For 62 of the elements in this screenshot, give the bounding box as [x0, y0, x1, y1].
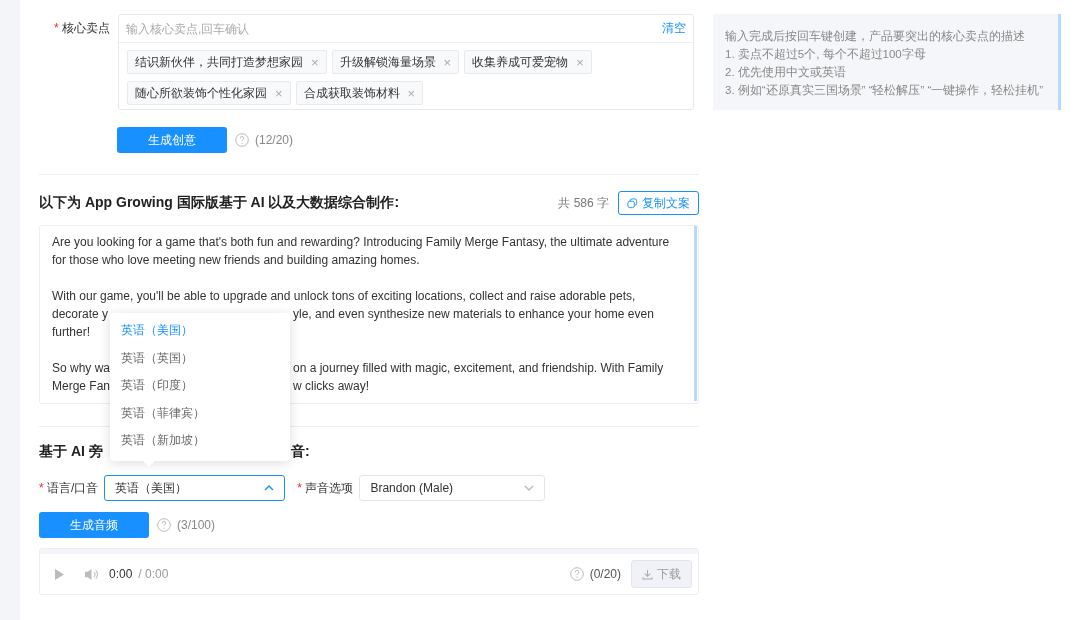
text-line: w clicks away! — [293, 378, 369, 395]
dropdown-option[interactable]: 英语（英国） — [110, 344, 290, 372]
tag-input-field[interactable]: 输入核心卖点,回车确认 清空 结识新伙伴，共同打造梦想家园 × 升级解锁海量场景 × 收集养成可爱宠物 × 随心所欲装饰个性化家园 × 合成获取装饰材料 × — [118, 14, 694, 110]
tag-text: 合成获取装饰材料 — [303, 84, 400, 102]
close-icon[interactable]: × — [443, 54, 452, 70]
tag-text: 结识新伙伴，共同打造梦想家园 — [135, 53, 303, 71]
volume-icon[interactable] — [84, 567, 99, 581]
text-line: With our game, you'll be able to upgrade and unlock tons of exciting locations, collect and raise adorable pets, — [52, 289, 636, 303]
section-heading: 以下为 App Growing 国际版基于 AI 以及大数据综合制作: — [39, 194, 400, 212]
field-label: 核心卖点 — [62, 21, 110, 35]
dropdown-option[interactable]: 英语（菲律宾） — [110, 399, 290, 427]
text-line: decorate y — [52, 307, 109, 321]
dropdown-option[interactable]: 英语（美国） — [110, 317, 290, 345]
required-mark: * — [54, 21, 59, 35]
scrollbar[interactable] — [694, 226, 697, 401]
close-icon[interactable]: × — [407, 85, 416, 101]
usage-count: (0/20) — [589, 567, 621, 581]
section-heading: 音: — [291, 443, 310, 461]
total-time: / 0:00 — [138, 567, 169, 581]
section-heading: 基于 AI 旁 — [39, 443, 103, 459]
hint-text: 1. 卖点不超过5个, 每个不超过100字母 — [725, 47, 927, 62]
text-line: yle, and even synthesize new materials to enhance your home even — [293, 306, 654, 323]
required-mark: * — [297, 480, 303, 495]
tag-text: 随心所欲装饰个性化家园 — [135, 84, 267, 102]
close-icon[interactable]: × — [576, 54, 584, 70]
copy-button[interactable]: 复制文案 — [618, 191, 699, 215]
field-label: 语言/口音 — [47, 480, 99, 495]
field-label: 声音选项 — [305, 480, 354, 495]
text-line: further! — [52, 325, 90, 339]
text-line: Merge Fan — [52, 379, 111, 393]
help-icon[interactable] — [569, 567, 584, 581]
usage-count: (3/100) — [177, 518, 216, 532]
text-line: on a journey filled with magic, excitement, and friendship. With Family — [293, 360, 664, 377]
download-button[interactable]: 下载 — [631, 560, 692, 588]
play-icon[interactable] — [55, 568, 64, 580]
hint-text: 输入完成后按回车键创建，产品要突出的核心卖点的描述 — [725, 29, 1026, 44]
character-count: 共 586 字 — [558, 194, 609, 212]
clear-link[interactable]: 清空 — [662, 20, 686, 37]
caret-icon — [524, 485, 535, 491]
help-icon[interactable] — [157, 518, 171, 532]
text-line: So why wa — [52, 361, 111, 375]
current-time: 0:00 — [109, 567, 133, 581]
select-field[interactable]: 英语（美国） — [104, 475, 286, 501]
tag-text: 收集养成可爱宠物 — [472, 53, 569, 71]
generate-button[interactable]: 生成创意 — [117, 127, 227, 153]
tag-text: 升级解锁海量场景 — [339, 53, 436, 71]
hint-text: 2. 优先使用中文或英语 — [725, 65, 847, 80]
dropdown-option[interactable]: 英语（印度） — [110, 372, 290, 400]
hint-text: 3. 例如“还原真实三国场景” “轻松解压” “一键操作，轻松挂机” — [725, 83, 1045, 98]
close-icon[interactable]: × — [275, 85, 283, 101]
close-icon[interactable]: × — [311, 54, 319, 70]
download-icon — [642, 568, 653, 580]
generate-audio-button[interactable]: 生成音频 — [39, 512, 149, 538]
help-icon[interactable] — [235, 133, 249, 147]
usage-count: (12/20) — [255, 133, 294, 147]
required-mark: * — [39, 480, 44, 495]
text-line: for those who love meeting new friends and building amazing homes. — [52, 253, 420, 267]
caret-icon — [264, 485, 275, 491]
copy-icon — [627, 197, 638, 209]
dropdown-option[interactable]: 英语（新加坡） — [110, 427, 290, 455]
select-field[interactable]: Brandon (Male) — [359, 475, 546, 501]
text-line: Are you looking for a game that's both fun and rewarding? Introducing Family Merge Fantasy, the ultimate adventure — [52, 235, 670, 249]
